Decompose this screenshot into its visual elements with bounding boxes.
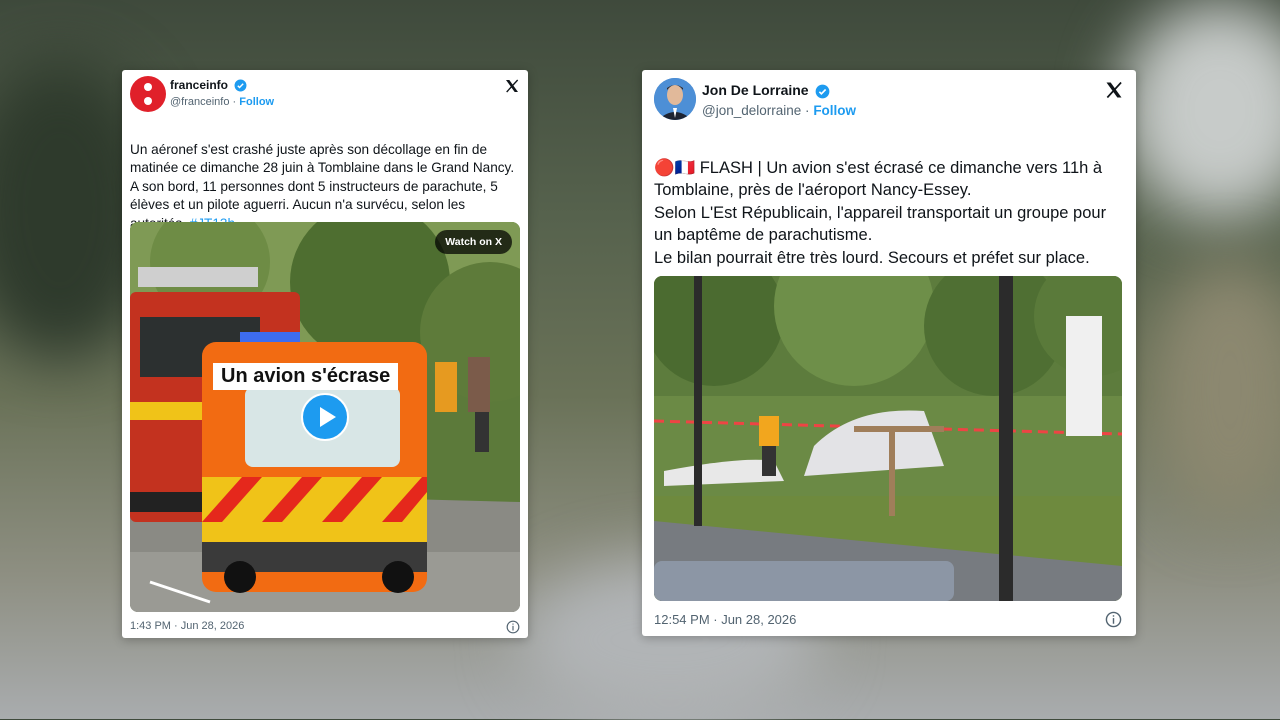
x-logo-icon[interactable] [1104,80,1124,100]
tweet-text: Un aéronef s'est crashé juste après son … [130,122,522,233]
tweet-timestamp[interactable]: 12:54 PM · Jun 28, 2026 [654,612,796,627]
author-handle[interactable]: @franceinfo [170,96,229,108]
author-name-text: franceinfo [170,78,229,92]
author-name[interactable]: Jon De Lorraine [702,82,830,99]
video-player[interactable]: Watch on X Un avion s'écrase [130,222,520,612]
tweet-text-content: Un aéronef s'est crashé juste après son … [130,141,515,231]
separator-dot: · [805,103,810,118]
follow-button[interactable]: Follow [239,96,274,108]
info-icon[interactable] [506,620,520,634]
follow-button[interactable]: Follow [813,103,856,118]
video-caption: Un avion s'écrase [213,363,399,390]
watch-on-x-button[interactable]: Watch on X [435,230,512,254]
profile-photo-icon [654,78,696,120]
avatar[interactable] [130,76,166,112]
tweet-text-content: FLASH | Un avion s'est écrasé ce dimanch… [654,158,1107,267]
info-icon[interactable] [1105,611,1122,628]
play-icon[interactable] [301,393,349,441]
tweet-card-franceinfo: franceinfo @franceinfo · Follow Un aéron… [122,70,528,638]
x-logo-icon[interactable] [504,78,520,94]
crash-site-photo [654,276,1122,601]
separator-dot: · [232,96,237,108]
tweet-photo[interactable] [654,276,1122,601]
watch-on-x-label: Watch on X [445,236,502,248]
author-name-text: Jon De Lorraine [702,82,809,98]
author-handle[interactable]: @jon_delorraine [702,103,801,118]
verified-badge-icon [816,84,830,99]
franceinfo-logo-icon [144,83,152,105]
verified-badge-icon [234,79,247,92]
tweet-card-jon-de-lorraine: Jon De Lorraine @jon_delorraine · Follow… [642,70,1136,636]
tweet-text: 🔴🇫🇷 FLASH | Un avion s'est écrasé ce dim… [654,134,1126,269]
avatar[interactable] [654,78,696,120]
flag-emojis: 🔴🇫🇷 [654,158,696,177]
author-name[interactable]: franceinfo [170,78,247,92]
video-caption-text: Un avion s'écrase [221,365,391,387]
tweet-timestamp[interactable]: 1:43 PM · Jun 28, 2026 [130,620,244,632]
